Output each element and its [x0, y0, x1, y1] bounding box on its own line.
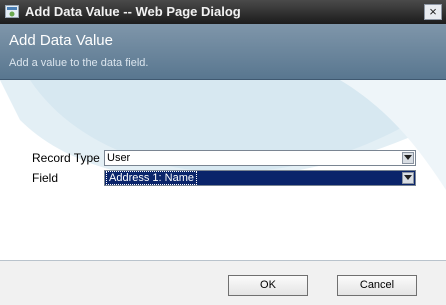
dialog-subtitle: Add a value to the data field. — [9, 57, 149, 69]
window-title: Add Data Value -- Web Page Dialog — [25, 4, 241, 19]
record-type-label: Record Type — [32, 151, 100, 165]
chevron-down-icon[interactable] — [402, 172, 414, 184]
record-type-row: Record Type User — [0, 150, 446, 167]
record-type-value: User — [107, 152, 131, 164]
field-row: Field Address 1: Name — [0, 170, 446, 187]
close-icon[interactable]: × — [424, 4, 442, 20]
web-dialog-icon — [5, 5, 19, 18]
field-select[interactable]: Address 1: Name — [104, 170, 416, 186]
dialog-header: Add Data Value Add a value to the data f… — [0, 24, 446, 80]
dialog-body: Record Type User Field Address 1: Name — [0, 80, 446, 260]
cancel-button[interactable]: Cancel — [337, 275, 417, 296]
field-label: Field — [32, 171, 59, 185]
ok-button[interactable]: OK — [228, 275, 308, 296]
dialog-footer: OK Cancel — [0, 260, 446, 305]
record-type-select[interactable]: User — [104, 150, 416, 166]
dialog-title: Add Data Value — [9, 32, 113, 49]
field-value: Address 1: Name — [106, 171, 197, 185]
chevron-down-icon[interactable] — [402, 152, 414, 164]
title-bar[interactable]: Add Data Value -- Web Page Dialog × — [0, 0, 446, 24]
